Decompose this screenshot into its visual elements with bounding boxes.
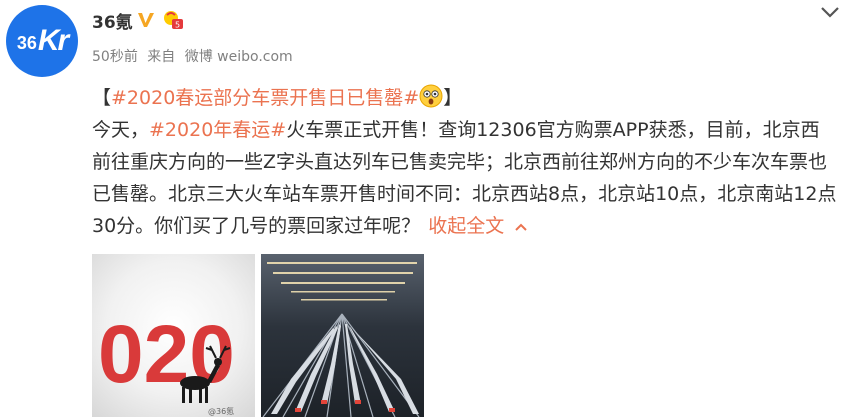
post-time[interactable]: 50秒前 (92, 49, 138, 65)
open-bracket: 【 (92, 87, 112, 109)
level-badge-icon: 5 (164, 11, 183, 30)
avatar[interactable]: 36 Kr (6, 5, 78, 77)
close-bracket: 】 (443, 87, 463, 109)
train-station-photo (261, 254, 424, 417)
source-label: 来自 (147, 49, 176, 65)
verify-badge-icon (138, 13, 154, 27)
post-content: 【#2020春运部分车票开售日已售罄# 】 今天，#2020年春运#火车票正式开… (92, 82, 837, 242)
post-meta: 50秒前 来自 微博 weibo.com (92, 46, 298, 66)
post-image-1[interactable]: 020 @36氪 (92, 254, 255, 417)
inline-hashtag[interactable]: #2020年春运# (149, 119, 286, 141)
svg-text:5: 5 (175, 21, 180, 30)
chevron-down-icon[interactable] (818, 4, 842, 20)
source-link[interactable]: 微博 weibo.com (185, 49, 293, 65)
image-2020-graphic: 020 @36氪 (98, 309, 235, 416)
collapse-button[interactable]: 收起全文 (428, 215, 528, 237)
avatar-text-kr: Kr (37, 24, 69, 57)
collapse-chevron-icon (515, 223, 527, 231)
post-title-line: 【#2020春运部分车票开售日已售罄# 】 (92, 82, 837, 114)
image-watermark: @36氪 (208, 406, 234, 416)
title-hashtag[interactable]: #2020春运部分车票开售日已售罄# (111, 87, 419, 109)
avatar-text-36: 36 (16, 32, 37, 53)
post-body: 今天，#2020年春运#火车票正式开售！查询12306官方购票APP获悉，目前，… (92, 114, 837, 242)
body-text-start: 今天， (92, 119, 150, 141)
post-image-2[interactable] (261, 254, 424, 417)
shocked-emoji-icon (419, 84, 443, 108)
collapse-label: 收起全文 (428, 215, 505, 237)
username[interactable]: 36氪 (92, 8, 133, 33)
